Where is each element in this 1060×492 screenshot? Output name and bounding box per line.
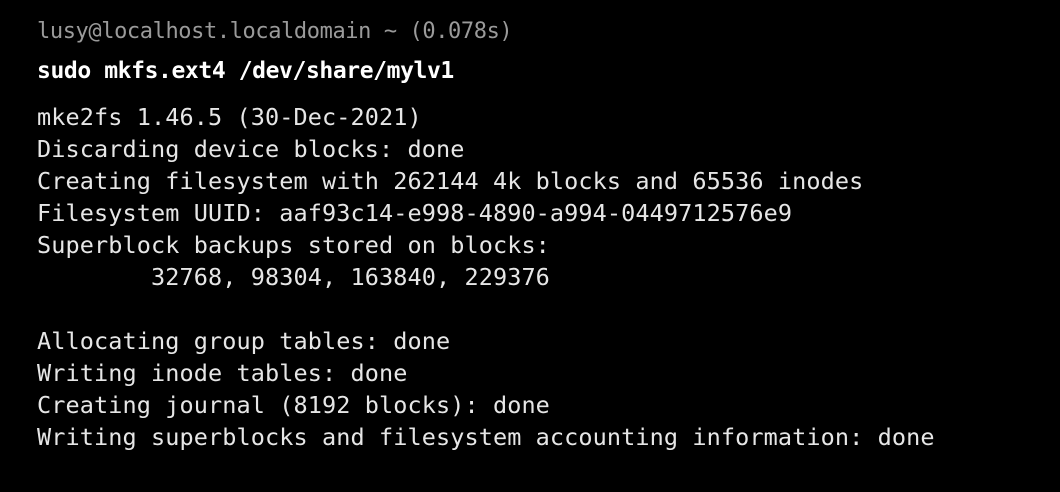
output-line: Filesystem UUID: aaf93c14-e998-4890-a994… — [37, 199, 793, 227]
prompt-header: lusy@localhost.localdomain ~ (0.078s) — [37, 19, 513, 44]
output-line: Superblock backups stored on blocks: — [37, 231, 550, 259]
output-line: 32768, 98304, 163840, 229376 — [37, 263, 550, 291]
terminal-window[interactable]: lusy@localhost.localdomain ~ (0.078s) su… — [0, 0, 1060, 492]
output-line — [37, 293, 935, 325]
command-line: sudo mkfs.ext4 /dev/share/mylv1 — [37, 58, 454, 84]
output-line: Allocating group tables: done — [37, 327, 451, 355]
output-line: Writing superblocks and filesystem accou… — [37, 423, 935, 451]
output-line: Discarding device blocks: done — [37, 135, 465, 163]
output-line: Writing inode tables: done — [37, 359, 408, 387]
output-line: Creating journal (8192 blocks): done — [37, 391, 550, 419]
output-line: Creating filesystem with 262144 4k block… — [37, 167, 864, 195]
output-line: mke2fs 1.46.5 (30-Dec-2021) — [37, 103, 422, 131]
command-output: mke2fs 1.46.5 (30-Dec-2021) Discarding d… — [37, 101, 935, 453]
